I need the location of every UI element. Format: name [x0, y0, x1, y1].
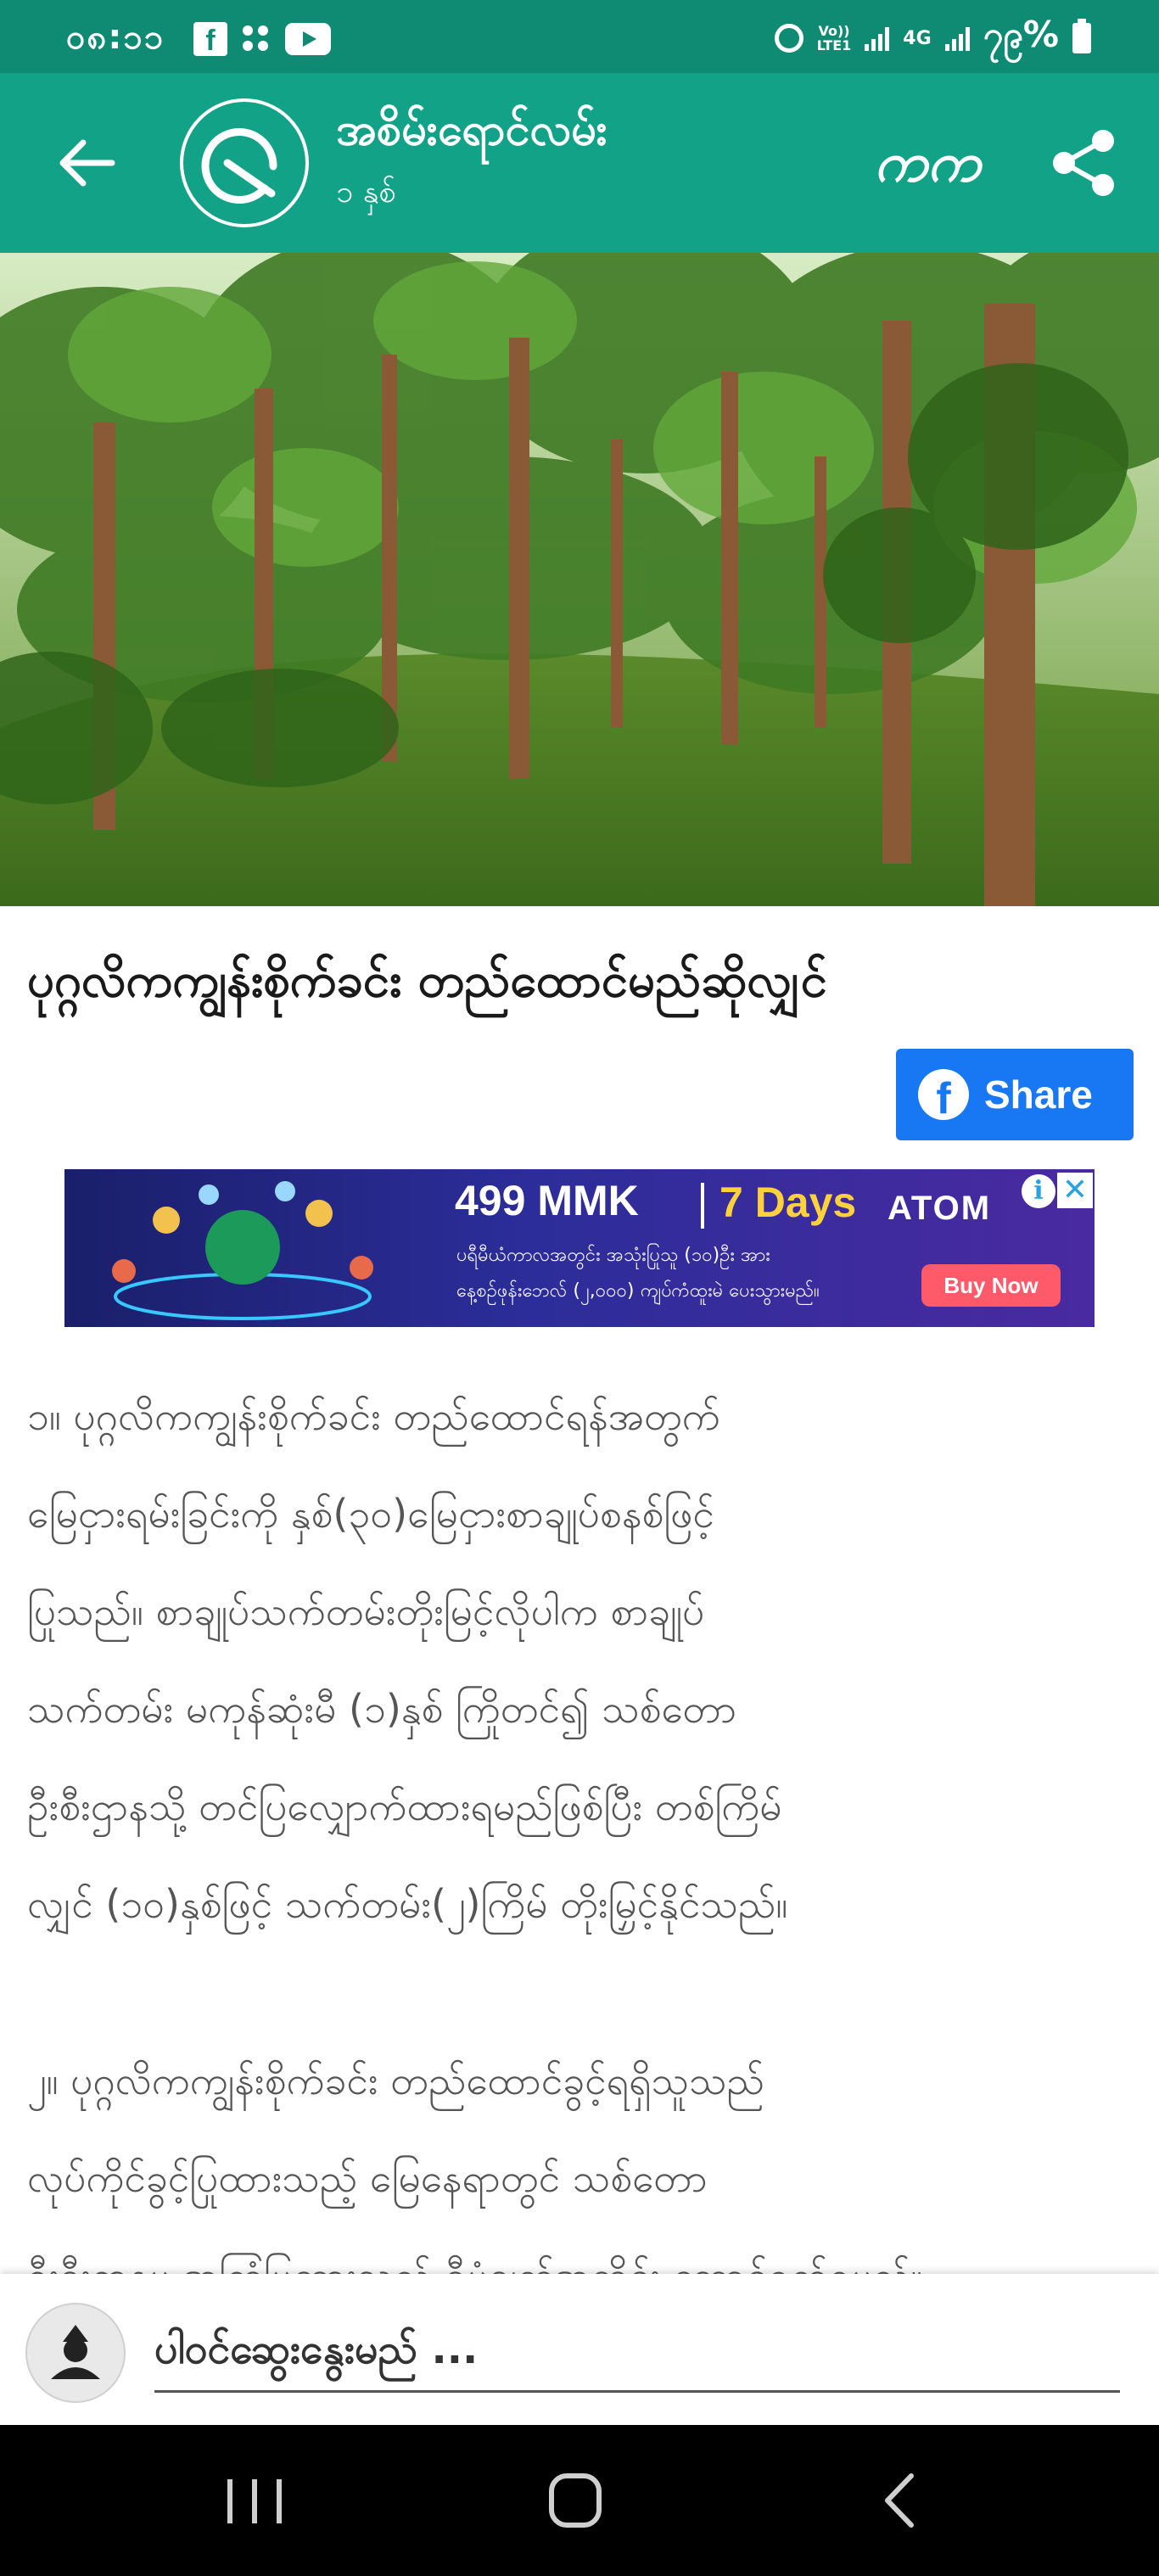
home-icon — [549, 2473, 602, 2528]
status-time: ၀၈:၁၁ — [66, 18, 165, 57]
volte-label: Vo)) LTE1 — [817, 24, 852, 53]
article-body: ၁။ ပုဂ္ဂလိကကျွန်းစိုက်ခင်း တည်ထောင်ရန်အတ… — [27, 1368, 1139, 2404]
network-type-label: 4G — [903, 27, 932, 49]
article-hero-image — [0, 253, 1159, 906]
share-label: Share — [984, 1072, 1093, 1117]
ad-close-icon[interactable]: ✕ — [1057, 1173, 1093, 1208]
ad-duration: 7 Days — [719, 1179, 857, 1226]
share-button[interactable] — [1049, 127, 1120, 199]
comment-bar — [0, 2274, 1159, 2425]
channel-subtitle: ၁ နှစ် — [336, 175, 396, 210]
recents-icon — [227, 2479, 282, 2523]
youtube-icon — [285, 23, 331, 55]
home-button[interactable] — [524, 2462, 626, 2539]
dots-icon — [239, 22, 273, 56]
facebook-icon: f — [193, 22, 227, 57]
ad-brand: ATOM — [887, 1190, 992, 1227]
share-icon — [1053, 130, 1114, 196]
user-avatar[interactable] — [25, 2303, 126, 2403]
signal-icon — [865, 25, 890, 51]
lte-text: LTE1 — [816, 37, 852, 53]
article-title: ပုဂ္ဂလိကကျွန်းစိုက်ခင်း တည်ထောင်မည်ဆိုလျ… — [27, 953, 827, 1008]
signal-icon-2 — [944, 25, 970, 51]
facebook-icon: f — [918, 1069, 969, 1120]
navigation-bar — [0, 2425, 1159, 2576]
ad-banner[interactable]: 499 MMK 7 Days ATOM ပရီမီယံကာလအတွင်း အသု… — [64, 1169, 1095, 1327]
recents-button[interactable] — [204, 2462, 305, 2539]
channel-avatar[interactable] — [180, 98, 309, 227]
logo-icon — [201, 128, 277, 204]
article-paragraph-1: ၁။ ပုဂ္ဂလိကကျွန်းစိုက်ခင်း တည်ထောင်ရန်အတ… — [27, 1393, 788, 1927]
ad-buy-button[interactable]: Buy Now — [921, 1264, 1061, 1307]
ad-divider — [701, 1183, 704, 1229]
back-button[interactable] — [53, 129, 120, 197]
ad-text-line-2: နေ့စဉ်ဖုန်းဘေလ် (၂,၀၀၀) ကျပ်ကံထူးမဲ ပေးသ… — [456, 1280, 820, 1302]
ad-price: 499 MMK — [455, 1177, 639, 1224]
notification-icons: f — [193, 22, 331, 57]
comment-input[interactable] — [154, 2308, 1120, 2393]
back-icon — [885, 2473, 914, 2528]
channel-title: အစိမ်းရောင်လမ်း — [336, 104, 607, 155]
alarm-icon — [774, 24, 803, 53]
back-arrow-icon — [59, 139, 115, 187]
ad-artwork — [112, 1181, 373, 1320]
system-back-button[interactable] — [848, 2462, 950, 2539]
font-size-button[interactable]: ကက — [872, 120, 983, 205]
ad-text-line-1: ပရီမီယံကာလအတွင်း အသုံးပြုသူ (၁၀)ဦး အား — [456, 1245, 770, 1266]
battery-percent: ၇၉% — [983, 14, 1059, 55]
status-bar: ၀၈:၁၁ f Vo)) LTE1 4G ၇၉% — [0, 0, 1159, 73]
facebook-share-button[interactable]: f Share — [896, 1049, 1134, 1140]
battery-icon — [1072, 19, 1091, 53]
user-icon — [51, 2325, 100, 2379]
ad-info-icon[interactable]: i — [1022, 1174, 1055, 1208]
app-bar: အစိမ်းရောင်လမ်း ၁ နှစ် ကက — [0, 73, 1159, 253]
system-icons: Vo)) LTE1 4G ၇၉% — [774, 14, 1091, 58]
